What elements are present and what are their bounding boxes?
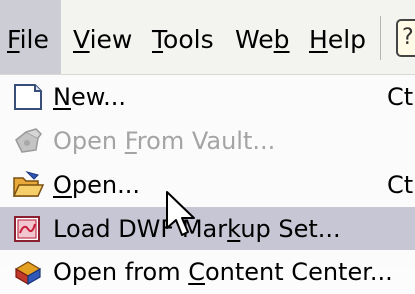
menu-file[interactable]: File bbox=[0, 0, 61, 74]
help-question-icon: ? bbox=[402, 25, 414, 50]
menu-tools-accelerator: T bbox=[152, 25, 164, 54]
menu-item-new[interactable]: New... Ct bbox=[0, 75, 415, 119]
label-accelerator: N bbox=[53, 83, 71, 111]
label-accelerator: F bbox=[124, 127, 137, 155]
menu-file-text: ile bbox=[19, 25, 49, 54]
menu-item-open-from-vault: Open From Vault... bbox=[0, 119, 415, 163]
content-center-icon bbox=[14, 261, 42, 286]
menu-view-text: iew bbox=[89, 25, 133, 54]
menu-item-new-shortcut: Ct bbox=[387, 83, 414, 111]
label-text: ew... bbox=[70, 83, 127, 111]
menu-item-new-label: New... bbox=[53, 75, 126, 119]
label-text: Open from bbox=[53, 258, 189, 286]
mouse-pointer-icon bbox=[166, 191, 195, 236]
vault-icon bbox=[15, 128, 42, 153]
menu-view-accelerator: V bbox=[73, 25, 90, 54]
file-menu-dropdown: New... Ct Open From Vault... Open... Ct … bbox=[0, 75, 415, 286]
label-accelerator: O bbox=[53, 171, 72, 199]
menu-tools[interactable]: Tools bbox=[152, 0, 214, 74]
menu-web-text: We bbox=[235, 25, 274, 54]
new-document-icon bbox=[14, 84, 42, 110]
menu-help-text: elp bbox=[327, 25, 367, 54]
menu-item-open[interactable]: Open... Ct bbox=[0, 163, 415, 207]
menu-item-open-label: Open... bbox=[53, 163, 140, 207]
menu-help[interactable]: Help bbox=[309, 0, 366, 74]
help-toolbar-button[interactable]: ? bbox=[396, 19, 415, 57]
menu-item-open-from-content-center-label: Open from Content Center... bbox=[53, 250, 393, 294]
label-text: rom Vault... bbox=[136, 127, 276, 155]
label-accelerator: k bbox=[227, 215, 241, 243]
menu-item-open-shortcut: Ct bbox=[387, 171, 414, 199]
menu-help-accelerator: H bbox=[309, 25, 328, 54]
toolbar-separator bbox=[380, 16, 381, 60]
menu-web[interactable]: Web bbox=[235, 0, 290, 74]
label-text: ontent Center... bbox=[204, 258, 393, 286]
menu-item-open-from-vault-label: Open From Vault... bbox=[53, 119, 275, 163]
label-text: up Set... bbox=[240, 215, 341, 243]
menu-file-accelerator: F bbox=[7, 25, 20, 54]
open-folder-icon bbox=[12, 171, 44, 197]
label-text: pen... bbox=[71, 171, 140, 199]
label-text: Load DWF Mar bbox=[53, 215, 228, 243]
dwf-markup-icon bbox=[14, 216, 40, 242]
label-accelerator: C bbox=[188, 258, 205, 286]
menu-bar: File View Tools Web Help ? bbox=[0, 0, 415, 75]
menu-view[interactable]: View bbox=[73, 0, 132, 74]
menu-web-accelerator: b bbox=[273, 25, 290, 54]
menu-item-load-dwf-markup-set[interactable]: Load DWF Markup Set... bbox=[0, 207, 415, 250]
menu-tools-text: ools bbox=[163, 25, 214, 54]
label-text: Open bbox=[53, 127, 125, 155]
menu-item-open-from-content-center[interactable]: Open from Content Center... bbox=[0, 250, 415, 294]
